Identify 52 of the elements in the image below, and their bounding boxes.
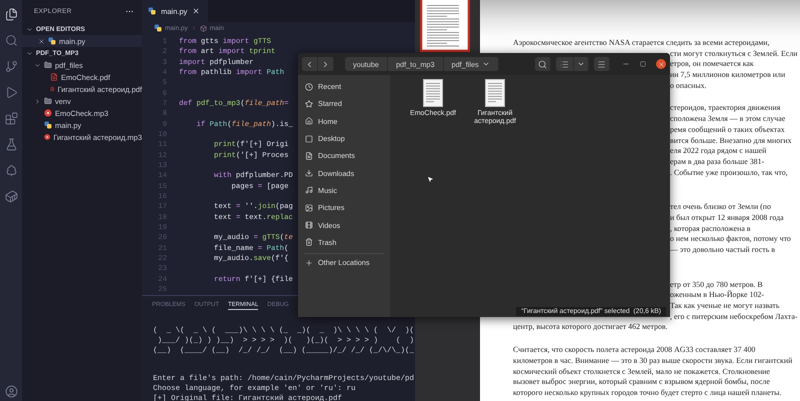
plus-icon (305, 258, 313, 267)
pdf-file-icon (50, 85, 55, 93)
forward-icon (321, 60, 330, 68)
pdf-document-icon (423, 79, 443, 107)
close-icon (38, 38, 45, 44)
chevron-right-icon (34, 98, 41, 104)
caret-icon (482, 60, 490, 68)
python-logo-icon (154, 24, 162, 32)
account-icon[interactable] (4, 385, 18, 398)
close-icon (658, 60, 664, 68)
back-icon (305, 60, 314, 68)
pdf-document-icon (485, 79, 505, 107)
tree-icon[interactable] (4, 164, 18, 177)
chevron-right-icon (190, 25, 197, 31)
videos-icon (305, 221, 313, 230)
close-icon (192, 7, 200, 15)
pdf-file-icon (50, 73, 58, 81)
chevron-down-icon (26, 26, 33, 32)
python-logo-icon (48, 37, 56, 45)
caret-icon (577, 60, 585, 68)
flask-icon[interactable] (4, 138, 18, 151)
trash-icon (305, 238, 313, 246)
documents-icon (305, 152, 313, 160)
home-icon (305, 117, 313, 126)
search-icon (538, 60, 547, 68)
folder-icon (44, 61, 52, 69)
pictures-icon (305, 204, 313, 212)
audio-file-icon (44, 133, 50, 141)
search-icon[interactable] (4, 34, 18, 47)
container-icon[interactable] (4, 190, 18, 203)
explorer-icon[interactable] (4, 8, 18, 21)
run-icon[interactable] (4, 86, 18, 99)
mouse-pointer-icon (426, 175, 435, 184)
maximize-icon (640, 61, 646, 67)
symbol-icon (200, 24, 207, 32)
list-icon (560, 60, 569, 68)
recent-icon (305, 82, 313, 91)
desktop-icon (305, 134, 313, 143)
close-button[interactable] (656, 59, 666, 69)
music-icon (305, 186, 313, 194)
extensions-icon[interactable] (4, 112, 18, 125)
view-button[interactable] (556, 57, 574, 71)
back-button[interactable] (302, 57, 318, 71)
source-control-icon[interactable] (4, 60, 18, 73)
audio-file-icon (44, 109, 52, 117)
python-logo-icon (148, 7, 156, 15)
starred-icon (305, 100, 313, 108)
page-thumbnail[interactable] (420, 0, 470, 52)
downloads-icon (305, 169, 313, 178)
folder-icon (44, 97, 52, 105)
python-logo-icon (44, 121, 52, 129)
menu-icon (597, 60, 606, 68)
